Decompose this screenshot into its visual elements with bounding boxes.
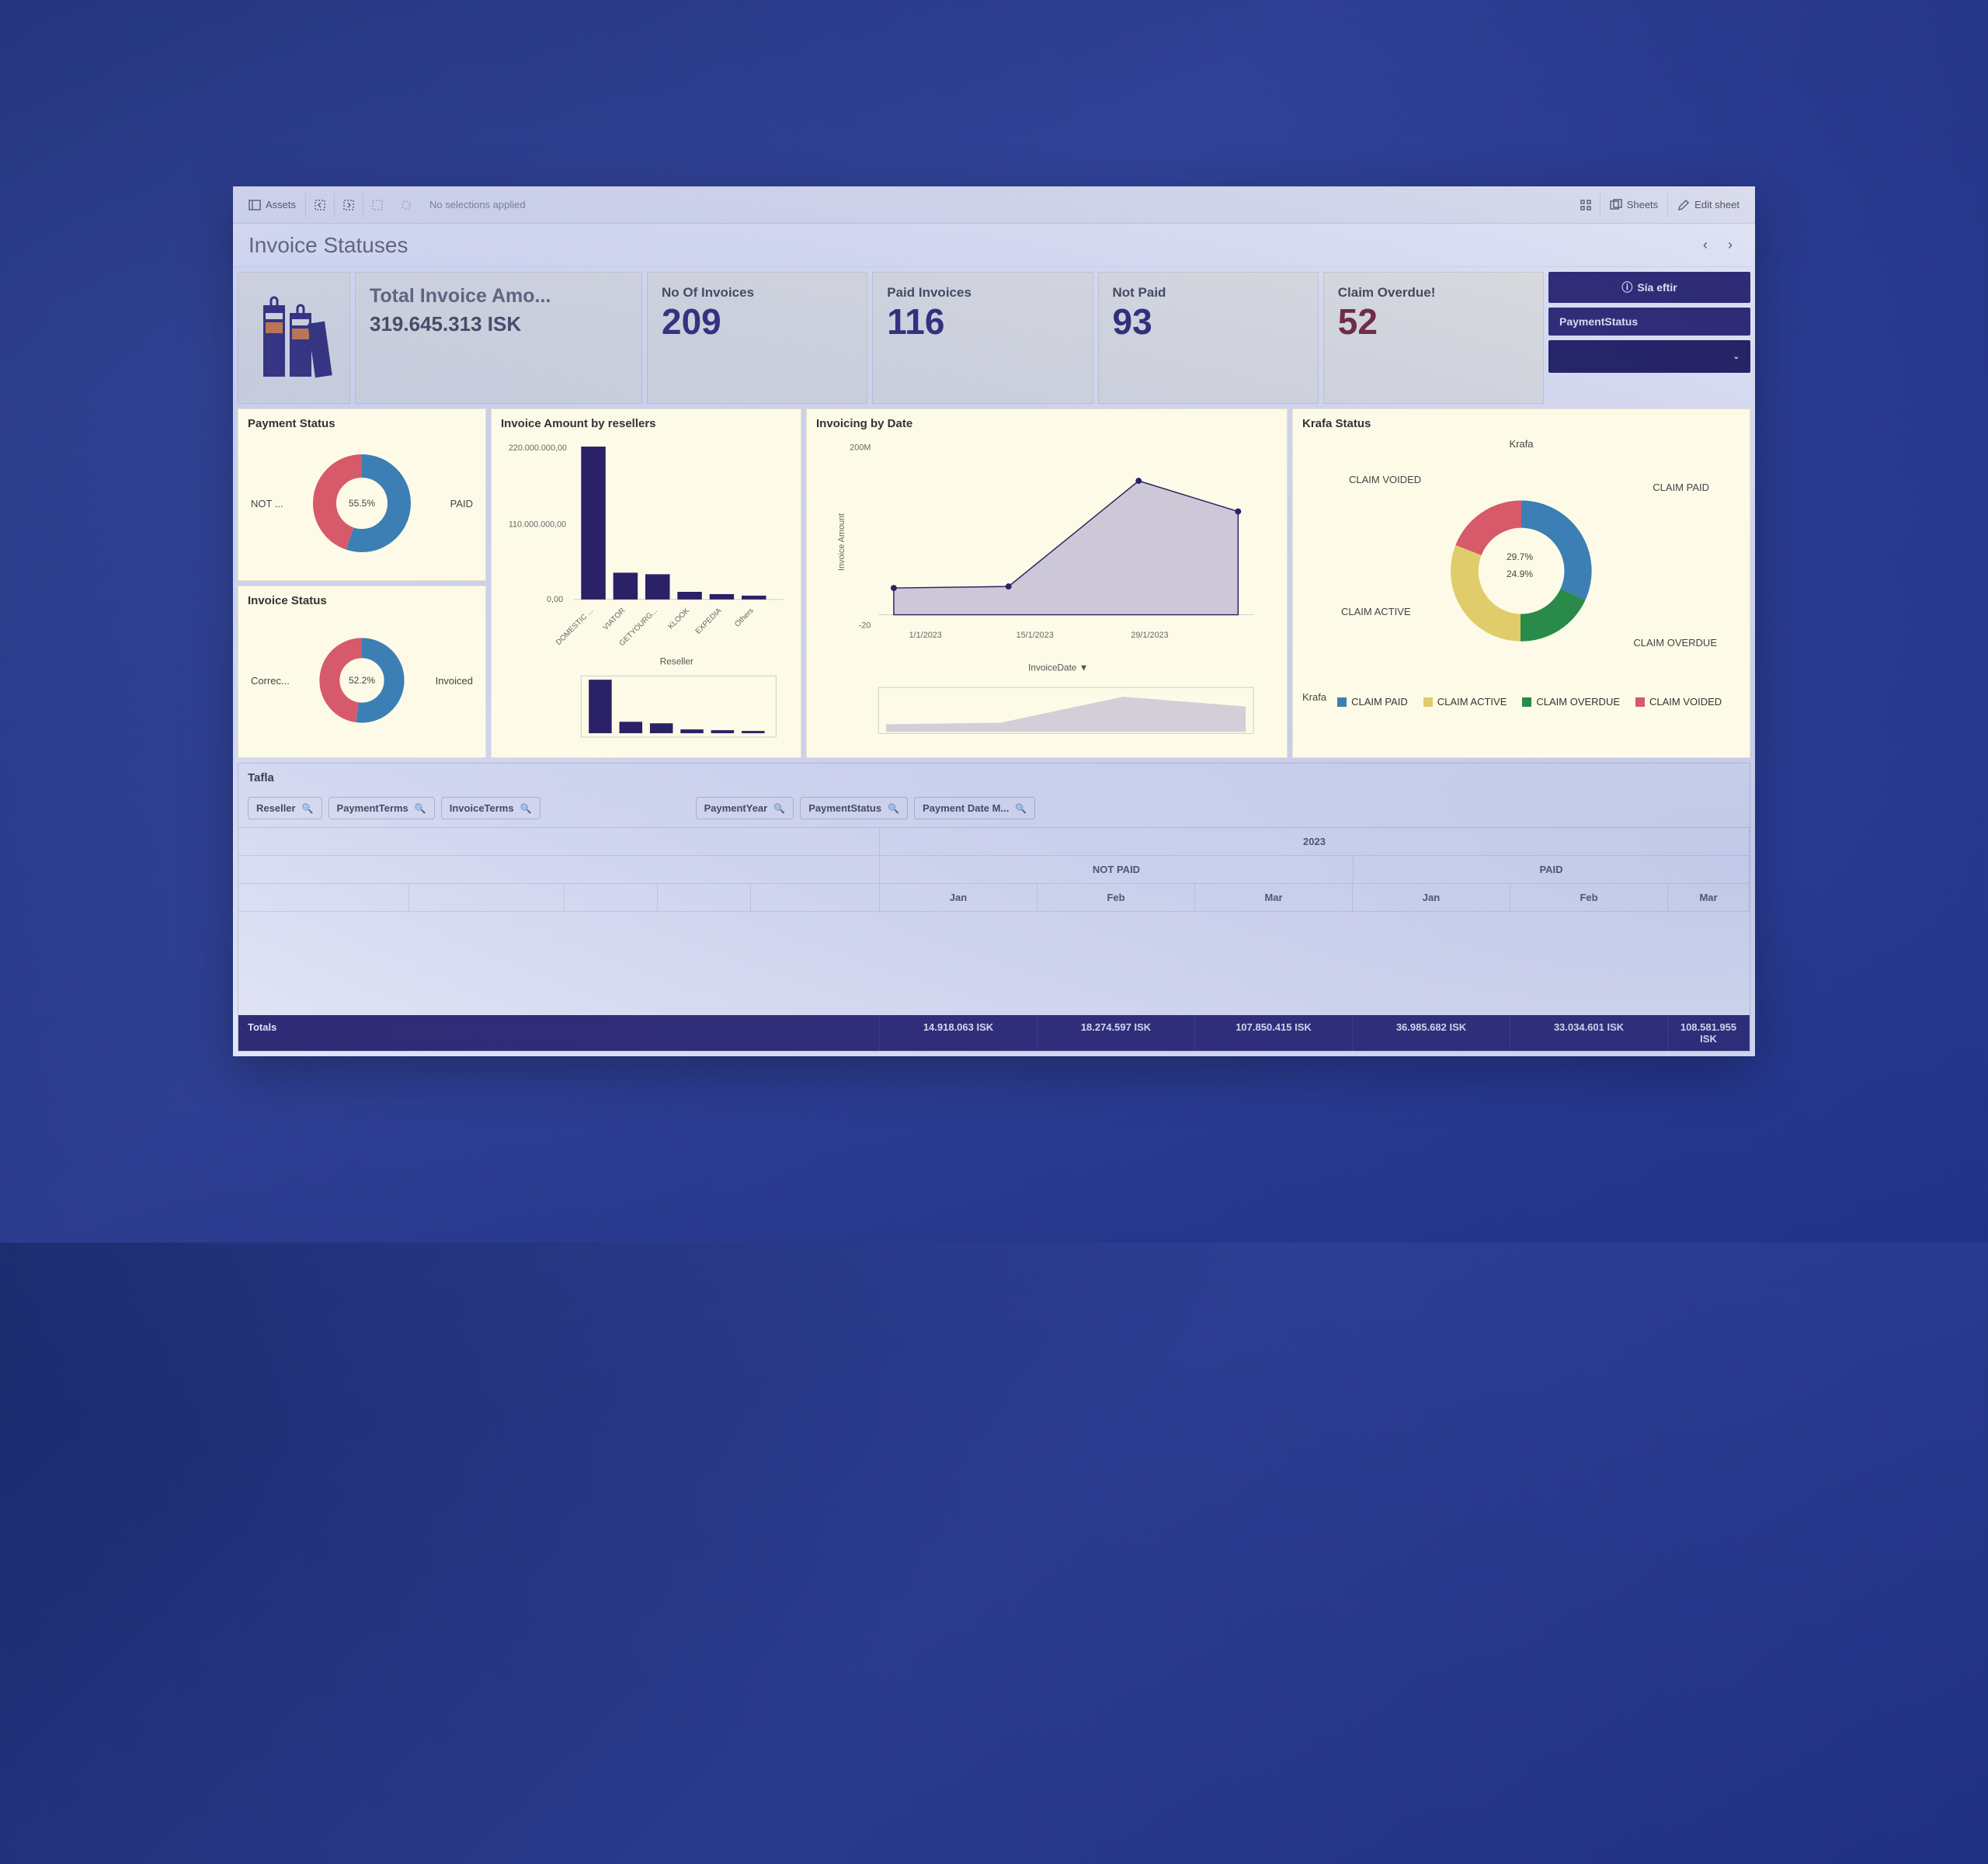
- payment-status-center: 55.5%: [349, 498, 375, 509]
- legend-overdue: CLAIM OVERDUE: [1536, 696, 1620, 708]
- invoicing-chart[interactable]: Invoicing by Date Invoice Amount 200M -2…: [806, 409, 1288, 758]
- krafa-l-voided: CLAIM VOIDED: [1349, 474, 1421, 485]
- sparkle-icon: [400, 199, 412, 211]
- resellers-xlabel: Reseller: [660, 656, 693, 667]
- invoicing-title: Invoicing by Date: [816, 417, 1277, 430]
- invoice-status-chart[interactable]: Invoice Status 52.2% Correc... Invoiced: [238, 586, 486, 758]
- krafa-center-top: 29.7%: [1507, 551, 1533, 562]
- resellers-chart[interactable]: Invoice Amount by resellers 220.000.000,…: [491, 409, 801, 758]
- svg-text:220.000.000,00: 220.000.000,00: [509, 443, 567, 453]
- legend-paid: CLAIM PAID: [1351, 696, 1408, 708]
- krafa-legend-title: Krafa: [1302, 691, 1326, 703]
- svg-text:200M: 200M: [850, 443, 871, 453]
- svg-text:DOMESTIC ...: DOMESTIC ...: [554, 607, 595, 647]
- svg-text:KLOOK: KLOOK: [666, 607, 691, 631]
- svg-text:InvoiceDate ▼: InvoiceDate ▼: [1028, 662, 1088, 673]
- krafa-legend: CLAIM PAID CLAIM ACTIVE CLAIM OVERDUE CL…: [1337, 696, 1722, 708]
- svg-text:Others: Others: [733, 607, 756, 629]
- invoice-status-right-label: Invoiced: [436, 675, 473, 687]
- krafa-chart[interactable]: Krafa Status Krafa 29.7% 24.9% CLAIM VOI…: [1292, 409, 1750, 758]
- krafa-title: Krafa Status: [1302, 417, 1740, 430]
- svg-text:0,00: 0,00: [547, 595, 563, 604]
- invoice-status-title: Invoice Status: [248, 594, 476, 607]
- krafa-top-label: Krafa: [1509, 438, 1533, 450]
- svg-text:Invoice Amount: Invoice Amount: [837, 513, 846, 571]
- svg-text:EXPEDIA: EXPEDIA: [694, 607, 724, 636]
- invoicing-svg: Invoice Amount 200M -20 1/1/2023 15/1/20…: [816, 435, 1277, 749]
- payment-status-chart[interactable]: Payment Status 55.5% NOT ... PAID: [238, 409, 486, 581]
- smart-search-button[interactable]: [392, 193, 420, 217]
- legend-voided: CLAIM VOIDED: [1649, 696, 1722, 708]
- invoice-status-left-label: Correc...: [251, 675, 290, 687]
- clear-selections-button[interactable]: [363, 193, 392, 217]
- krafa-center-bot: 24.9%: [1507, 569, 1533, 579]
- payment-status-right-label: PAID: [450, 498, 473, 509]
- payment-status-title: Payment Status: [248, 417, 476, 430]
- invoice-status-center: 52.2%: [349, 675, 375, 686]
- krafa-l-active: CLAIM ACTIVE: [1341, 606, 1411, 617]
- resellers-svg: 220.000.000,00 110.000.000,00 0,00 DOMES…: [501, 435, 791, 749]
- svg-text:29/1/2023: 29/1/2023: [1131, 631, 1168, 640]
- legend-active: CLAIM ACTIVE: [1437, 696, 1507, 708]
- svg-text:VIATOR: VIATOR: [602, 607, 627, 632]
- svg-text:15/1/2023: 15/1/2023: [1017, 631, 1054, 640]
- resellers-title: Invoice Amount by resellers: [501, 417, 791, 430]
- krafa-l-overdue: CLAIM OVERDUE: [1633, 637, 1717, 649]
- payment-status-left-label: NOT ...: [251, 498, 283, 509]
- svg-text:110.000.000,00: 110.000.000,00: [509, 520, 566, 529]
- svg-text:1/1/2023: 1/1/2023: [909, 631, 942, 640]
- svg-text:-20: -20: [859, 621, 871, 630]
- krafa-l-paid: CLAIM PAID: [1653, 482, 1709, 493]
- clear-icon: [371, 199, 384, 211]
